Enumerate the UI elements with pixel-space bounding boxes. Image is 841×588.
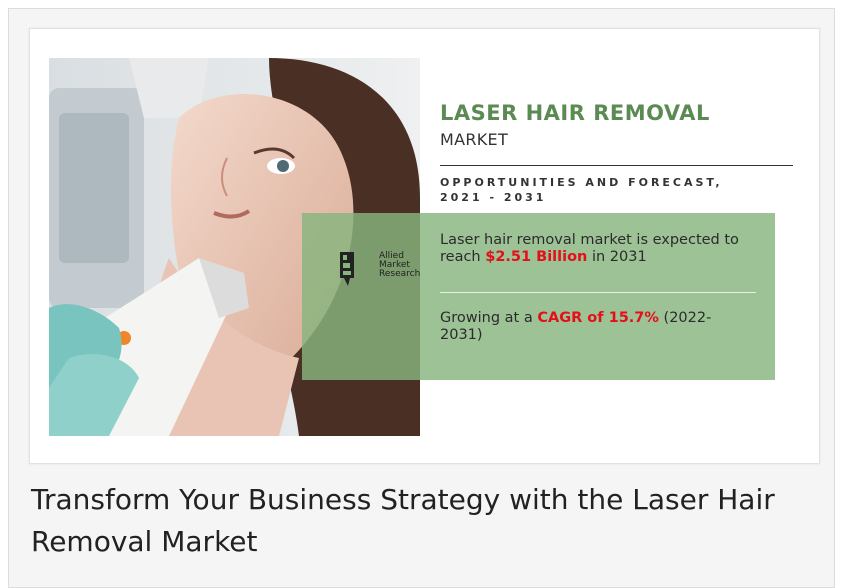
infographic-title: LASER HAIR REMOVAL [440, 101, 710, 125]
caption-heading: Transform Your Business Strategy with th… [31, 483, 775, 558]
stats-divider [440, 292, 756, 293]
market-infographic: LASER HAIR REMOVAL MARKET OPPORTUNITIES … [29, 28, 820, 464]
content-card: LASER HAIR REMOVAL MARKET OPPORTUNITIES … [8, 8, 835, 588]
market-size-value: $2.51 Billion [485, 249, 588, 265]
infographic-subtitle: MARKET [440, 130, 509, 149]
title-rule [440, 165, 793, 166]
cagr-value: CAGR of 15.7% [537, 310, 659, 326]
cagr-stat: Growing at a CAGR of 15.7% (2022-2031) [440, 310, 712, 343]
market-size-stat: Laser hair removal market is expected to… [440, 232, 739, 265]
logo-wordmark: Allied Market Research [379, 251, 421, 279]
forecast-tagline: OPPORTUNITIES AND FORECAST, 2021 - 2031 [440, 176, 723, 204]
